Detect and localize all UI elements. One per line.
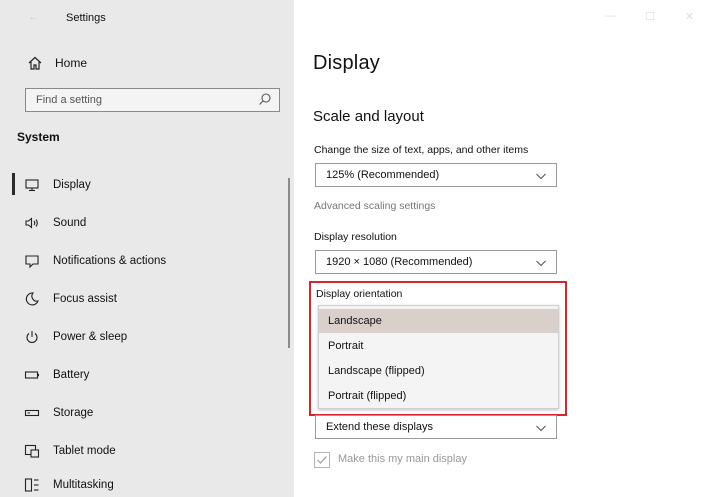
home-label: Home	[55, 56, 88, 70]
home-icon	[28, 56, 42, 70]
storage-icon	[24, 409, 40, 417]
title-bar: ← Settings	[0, 0, 294, 36]
scale-value: 125% (Recommended)	[326, 169, 440, 181]
sidebar-item-label: Storage	[53, 407, 94, 419]
selection-indicator	[12, 173, 15, 195]
menu-item-label: Landscape	[328, 315, 382, 327]
sidebar-scrollbar[interactable]	[288, 178, 290, 348]
sidebar-item-notifications[interactable]: Notifications & actions	[0, 249, 290, 273]
sidebar-item-display[interactable]: Display	[0, 173, 290, 197]
resolution-label: Display resolution	[314, 231, 397, 243]
sidebar-item-sound[interactable]: Sound	[0, 211, 290, 235]
sidebar-item-label: Power & sleep	[53, 331, 128, 343]
sidebar: ← Settings Home Find a setting System Di…	[0, 0, 294, 497]
resolution-dropdown[interactable]: 1920 × 1080 (Recommended)	[315, 250, 557, 274]
sidebar-item-label: Focus assist	[53, 293, 117, 305]
main-display-checkbox-row: Make this my main display	[314, 452, 514, 468]
menu-item-label: Portrait	[328, 340, 364, 352]
menu-item-label: Landscape (flipped)	[328, 365, 425, 377]
orientation-menu: Landscape Portrait Landscape (flipped) P…	[318, 305, 559, 409]
sidebar-item-label: Sound	[53, 217, 87, 229]
speaker-icon	[25, 217, 38, 229]
search-input[interactable]: Find a setting	[25, 88, 280, 112]
section-title-scale-layout: Scale and layout	[313, 108, 424, 125]
multitasking-icon	[24, 478, 39, 492]
sidebar-item-focus-assist[interactable]: Focus assist	[0, 287, 290, 311]
sidebar-item-tablet-mode[interactable]: Tablet mode	[0, 439, 290, 463]
power-icon	[26, 331, 38, 344]
sidebar-item-power-sleep[interactable]: Power & sleep	[0, 325, 290, 349]
chevron-down-icon	[536, 173, 546, 180]
window-controls: — ☐ ✕	[589, 0, 709, 36]
sidebar-item-multitasking[interactable]: Multitasking	[0, 473, 290, 497]
multiple-displays-dropdown[interactable]: Extend these displays	[315, 415, 557, 439]
close-icon[interactable]: ✕	[685, 10, 699, 24]
monitor-icon	[25, 179, 39, 192]
back-arrow-icon[interactable]: ←	[28, 11, 40, 23]
orientation-option-portrait[interactable]: Portrait	[319, 334, 558, 358]
sidebar-item-storage[interactable]: Storage	[0, 401, 290, 425]
orientation-highlight: Display orientation Landscape Portrait L…	[309, 281, 567, 416]
notification-icon	[25, 255, 39, 269]
minimize-icon[interactable]: —	[605, 10, 619, 24]
scale-dropdown[interactable]: 125% (Recommended)	[315, 163, 557, 187]
sidebar-item-label: Battery	[53, 369, 90, 381]
orientation-option-landscape[interactable]: Landscape	[319, 309, 558, 333]
chevron-down-icon	[536, 260, 546, 267]
battery-icon	[24, 371, 39, 379]
maximize-icon[interactable]: ☐	[645, 10, 659, 24]
main-display-checkbox[interactable]	[314, 452, 330, 468]
tablet-mode-icon	[24, 444, 40, 458]
sidebar-item-label: Notifications & actions	[53, 255, 167, 267]
orientation-option-landscape-flipped[interactable]: Landscape (flipped)	[319, 359, 558, 383]
chevron-down-icon	[536, 425, 546, 432]
scale-label: Change the size of text, apps, and other…	[314, 144, 529, 156]
orientation-label: Display orientation	[316, 288, 403, 300]
home-nav-item[interactable]: Home	[0, 52, 294, 74]
search-icon	[259, 93, 271, 105]
sidebar-item-label: Tablet mode	[53, 445, 116, 457]
app-title: Settings	[66, 12, 106, 24]
moon-icon	[25, 292, 39, 306]
main-display-label: Make this my main display	[338, 453, 467, 465]
advanced-scaling-link[interactable]: Advanced scaling settings	[314, 200, 435, 212]
resolution-value: 1920 × 1080 (Recommended)	[326, 256, 473, 268]
menu-item-label: Portrait (flipped)	[328, 390, 407, 402]
sidebar-item-label: Display	[53, 179, 91, 191]
section-title-system: System	[17, 130, 60, 144]
multiple-displays-value: Extend these displays	[326, 421, 434, 433]
checkmark-icon	[317, 456, 327, 464]
page-title: Display	[313, 52, 380, 74]
orientation-option-portrait-flipped[interactable]: Portrait (flipped)	[319, 384, 558, 408]
sidebar-item-battery[interactable]: Battery	[0, 363, 290, 387]
sidebar-item-label: Multitasking	[53, 479, 114, 491]
search-placeholder: Find a setting	[36, 94, 103, 106]
